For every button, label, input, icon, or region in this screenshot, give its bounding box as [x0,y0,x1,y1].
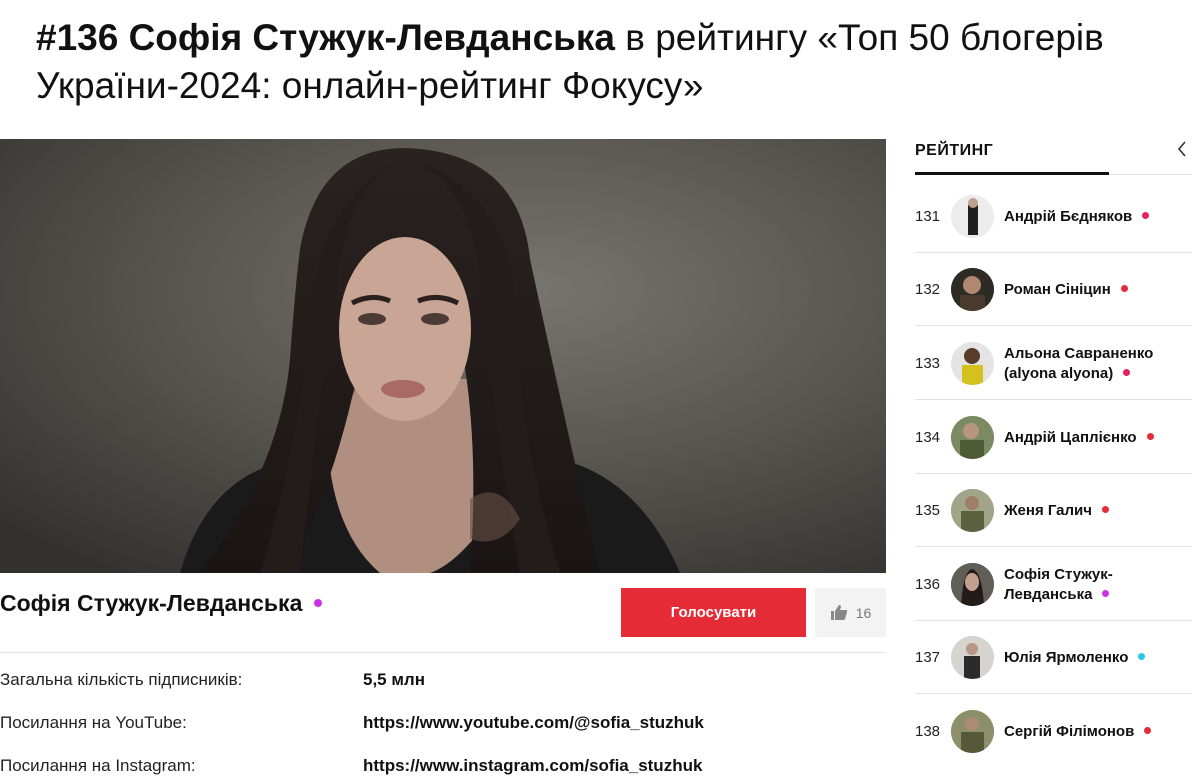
page-title-bold: #136 Софія Стужук-Левданська [36,17,615,58]
avatar [951,489,994,532]
rating-name-text: Софія Стужук-Левданська [1004,565,1113,603]
rating-number: 135 [915,502,941,519]
rating-item[interactable]: 135 Женя Галич [915,474,1192,547]
rating-name-text: Андрій Цаплієнко [1004,428,1137,446]
rating-name-text: Андрій Бєдняков [1004,207,1133,225]
page-title: #136 Софія Стужук-Левданська в рейтингу … [36,14,1156,110]
like-count: 16 [855,604,872,621]
rating-item[interactable]: 138 Сергій Філімонов [915,695,1192,768]
rating-item[interactable]: 137 Юлія Ярмоленко [915,621,1192,694]
avatar [951,342,994,385]
like-counter[interactable]: 16 [815,588,886,637]
avatar [951,195,994,238]
rating-item[interactable]: 134 Андрій Цаплієнко [915,401,1192,474]
profile-photo [0,139,886,573]
rating-header: РЕЙТИНГ [915,142,994,159]
rating-separator [915,399,1192,400]
avatar [951,710,994,753]
youtube-link[interactable]: https://www.youtube.com/@sofia_stuzhuk [363,713,704,733]
rating-name-text: Женя Галич [1004,501,1092,519]
rating-number: 131 [915,208,941,225]
rating-name-text: Юлія Ярмоленко [1004,648,1129,666]
profile-name-text: Софія Стужук-Левданська [0,590,303,616]
rating-number: 137 [915,649,941,666]
profile-name: Софія Стужук-Левданська [0,590,323,617]
avatar [951,563,994,606]
category-dot [1102,590,1110,598]
category-dot [1123,369,1131,377]
category-dot [1144,727,1152,734]
rating-name-text: Сергій Філімонов [1004,722,1135,740]
rating-item[interactable]: 136 Софія Стужук-Левданська [915,548,1192,621]
rating-name: Сергій Філімонов [1004,695,1192,768]
rating-name: Юлія Ярмоленко [1004,621,1192,694]
rating-separator [915,325,1192,326]
rating-name-text: Роман Сініцин [1004,280,1111,298]
info-label: Посилання на YouTube: [0,713,187,732]
avatar [951,268,994,311]
category-dot [314,598,323,607]
rating-name: Андрій Бєдняков [1004,180,1192,253]
rating-number: 133 [915,355,941,372]
category-dot [1138,653,1146,660]
rating-item[interactable]: 132 Роман Сініцин [915,253,1192,326]
vote-button[interactable]: Голосувати [621,588,806,637]
rating-active-underline [915,172,1109,175]
rating-item[interactable]: 133 Альона Савраненко (alyona alyona) [915,327,1192,400]
rating-number: 138 [915,723,941,740]
rating-name: Андрій Цаплієнко [1004,401,1192,474]
category-dot [1120,285,1128,292]
rating-name-text: Альона Савраненко (alyona alyona) [1004,344,1154,382]
rating-name: Альона Савраненко (alyona alyona) [1004,327,1192,400]
rating-name: Софія Стужук-Левданська [1004,548,1192,621]
rating-separator [915,693,1192,694]
avatar [951,416,994,459]
rating-number: 134 [915,429,941,446]
info-label: Загальна кількість підписників: [0,670,243,689]
category-dot [1102,506,1109,513]
rating-number: 136 [915,576,941,593]
thumbs-up-icon [830,604,848,621]
rating-number: 132 [915,281,941,298]
category-dot [1142,212,1150,219]
instagram-link[interactable]: https://www.instagram.com/sofia_stuzhuk [363,756,702,776]
category-dot [1146,433,1154,440]
rating-separator [915,546,1192,547]
avatar [951,636,994,679]
info-label: Посилання на Instagram: [0,756,196,775]
rating-name: Роман Сініцин [1004,253,1192,326]
chevron-left-icon[interactable] [1174,139,1190,159]
info-value: 5,5 млн [363,670,425,689]
rating-name: Женя Галич [1004,474,1192,547]
divider [0,652,886,653]
rating-item[interactable]: 131 Андрій Бєдняков [915,180,1192,253]
